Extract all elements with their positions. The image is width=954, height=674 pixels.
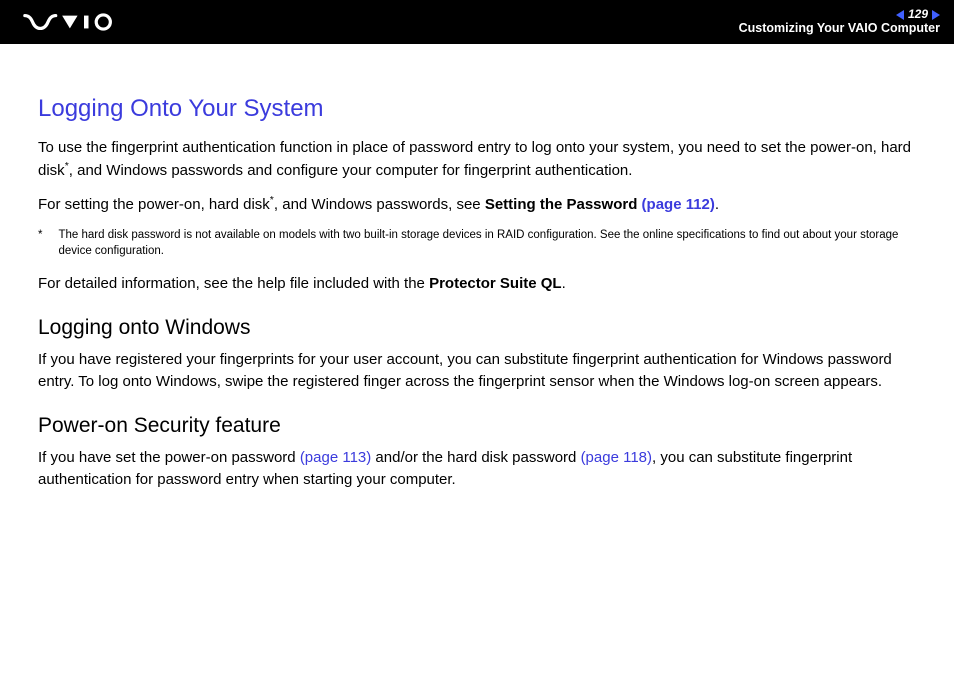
page-number: 129 — [908, 8, 928, 21]
intro-paragraph-1: To use the fingerprint authentication fu… — [38, 137, 916, 182]
footnote-text: The hard disk password is not available … — [58, 228, 916, 259]
windows-paragraph: If you have registered your fingerprints… — [38, 349, 916, 393]
intro-paragraph-2: For setting the power-on, hard disk*, an… — [38, 193, 916, 216]
subheading-windows: Logging onto Windows — [38, 313, 916, 343]
subheading-poweron: Power-on Security feature — [38, 411, 916, 441]
bold-text: Setting the Password (page 112) — [485, 196, 715, 213]
vaio-logo — [20, 0, 130, 44]
bold-text: Protector Suite QL — [429, 275, 562, 292]
text: . — [562, 275, 566, 292]
page-link-113[interactable]: (page 113) — [300, 449, 371, 466]
page-link-118[interactable]: (page 118) — [581, 449, 652, 466]
page-nav: 129 — [739, 8, 940, 21]
text: For setting the power-on, hard disk — [38, 196, 270, 213]
text: and/or the hard disk password — [371, 449, 580, 466]
footnote-marker: * — [38, 228, 42, 259]
text: For detailed information, see the help f… — [38, 275, 429, 292]
text: . — [715, 196, 719, 213]
next-page-icon[interactable] — [932, 10, 940, 20]
poweron-paragraph: If you have set the power-on password (p… — [38, 447, 916, 491]
page-title: Logging Onto Your System — [38, 92, 916, 127]
prev-page-icon[interactable] — [896, 10, 904, 20]
text: If you have set the power-on password — [38, 449, 300, 466]
header-right: 129 Customizing Your VAIO Computer — [739, 8, 940, 36]
header-bar: 129 Customizing Your VAIO Computer — [0, 0, 954, 44]
text: , and Windows passwords and configure yo… — [69, 162, 633, 179]
footnote: * The hard disk password is not availabl… — [38, 228, 916, 259]
text: , and Windows passwords, see — [274, 196, 485, 213]
text: Setting the Password — [485, 196, 642, 213]
intro-paragraph-3: For detailed information, see the help f… — [38, 273, 916, 295]
page-link-112[interactable]: (page 112) — [642, 196, 715, 213]
breadcrumb: Customizing Your VAIO Computer — [739, 22, 940, 36]
page-content: Logging Onto Your System To use the fing… — [0, 44, 954, 491]
